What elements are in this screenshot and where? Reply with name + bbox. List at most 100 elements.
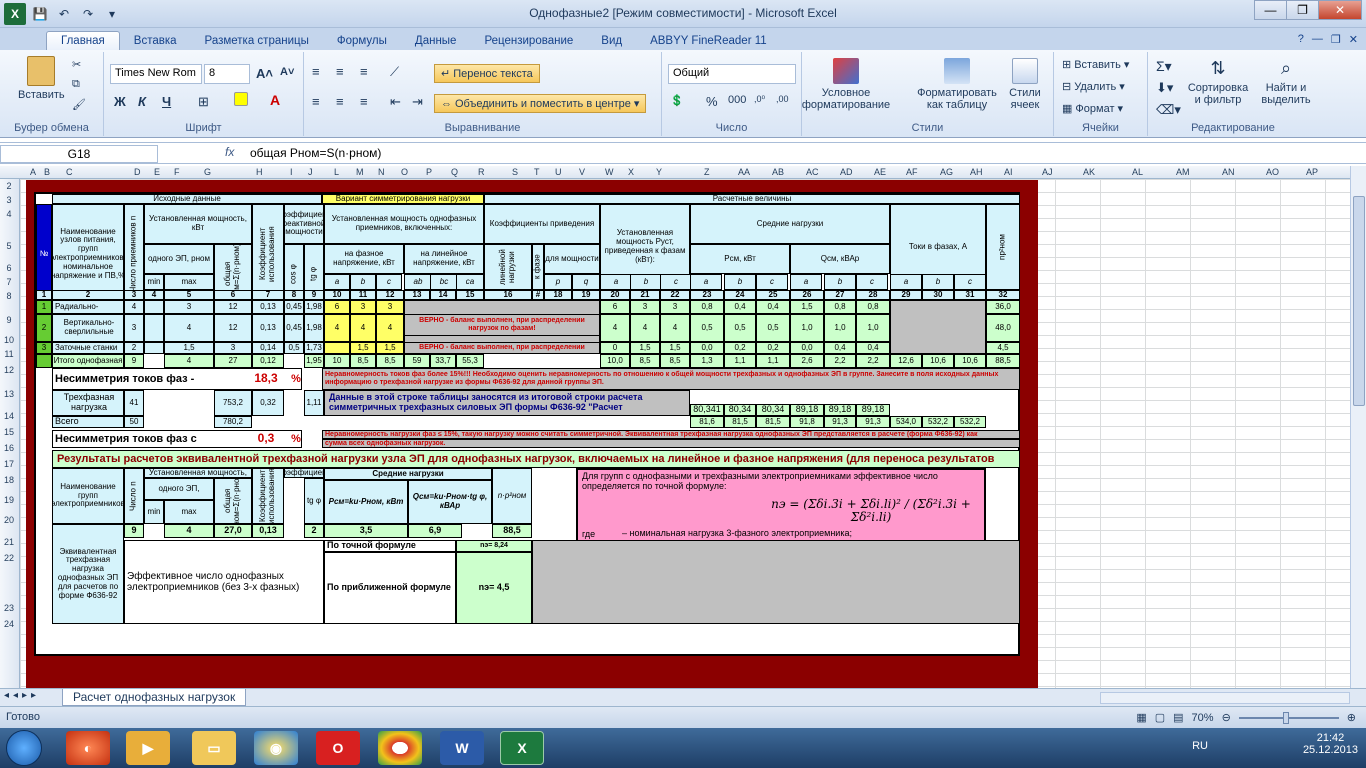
threephase-total[interactable]: 753,2	[214, 390, 252, 416]
header-sub-a[interactable]: a	[690, 274, 722, 290]
column-header[interactable]: AH	[970, 167, 983, 177]
clock-date[interactable]: 25.12.2013	[1303, 744, 1358, 756]
header-one-ep[interactable]: одного ЭП, pном	[144, 244, 214, 274]
exact-label[interactable]: По точной формуле	[324, 540, 456, 552]
row-qa[interactable]: 1,5	[790, 300, 824, 314]
fx-icon[interactable]: fx	[225, 145, 234, 159]
column-header[interactable]: T	[534, 167, 540, 177]
total-sa[interactable]: 1,3	[690, 354, 724, 368]
column-header[interactable]: AE	[874, 167, 886, 177]
row-qc[interactable]: 0,4	[856, 342, 890, 354]
msg-ok-2[interactable]: ВЕРНО - баланс выполнен, при распределен…	[404, 342, 600, 354]
total-ab[interactable]: 59	[404, 354, 430, 368]
row-sb[interactable]: 0,2	[724, 342, 756, 354]
asym2-pct[interactable]: %	[286, 430, 306, 448]
app-icon-1[interactable]: ◐	[66, 731, 110, 765]
row-header[interactable]: 9	[0, 315, 18, 325]
format-cells-button[interactable]: ▦ Формат ▾	[1062, 102, 1123, 116]
delete-cells-button[interactable]: ⊟ Удалить ▾	[1062, 80, 1125, 94]
all-qa[interactable]: 91,8	[790, 416, 824, 428]
index-cell[interactable]: 7	[252, 290, 284, 300]
total-pc[interactable]: 8,5	[660, 354, 690, 368]
app-icon-2[interactable]: ◉	[254, 731, 298, 765]
index-cell[interactable]: 2	[52, 290, 124, 300]
column-header[interactable]: O	[401, 167, 408, 177]
index-cell[interactable]: 1	[36, 290, 52, 300]
conditional-format-button[interactable]: Условное форматирование	[802, 58, 890, 111]
row-min[interactable]	[144, 314, 164, 342]
row-header[interactable]: 21	[0, 537, 18, 547]
align-top-icon[interactable]: ≡	[312, 64, 320, 79]
res-one[interactable]: одного ЭП,	[144, 478, 214, 500]
name-box[interactable]: G18	[0, 145, 158, 163]
column-header[interactable]: AD	[840, 167, 853, 177]
res-row-np[interactable]: 88,5	[492, 524, 532, 538]
threephase-sb[interactable]: 80,34	[724, 404, 756, 416]
wrap-text-button[interactable]: ↵ Перенос текста	[434, 64, 540, 83]
workbook-close-icon[interactable]: ✕	[1349, 33, 1358, 46]
fill-icon[interactable]: ⬇▾	[1156, 80, 1173, 96]
all-ic[interactable]: 532,2	[954, 416, 986, 428]
sheet-nav-icon[interactable]: ◂◂▸▸	[4, 690, 40, 701]
format-painter-icon[interactable]: 🖌	[72, 98, 86, 111]
index-cell[interactable]: 29	[890, 290, 922, 300]
index-cell[interactable]: 28	[856, 290, 890, 300]
paste-button[interactable]: Вставить	[18, 56, 65, 101]
header-p[interactable]: p	[544, 274, 572, 290]
clear-icon[interactable]: ⌫▾	[1156, 102, 1181, 118]
total-ia[interactable]: 12,6	[890, 354, 922, 368]
column-header[interactable]: R	[478, 167, 485, 177]
row-header[interactable]: 6	[0, 263, 18, 273]
header-qcm[interactable]: Qсм, кВАр	[790, 244, 890, 274]
exact-value[interactable]: nэ= 8,24	[456, 540, 532, 552]
row-qa[interactable]: 1,0	[790, 314, 824, 342]
insert-cells-button[interactable]: ⊞ Вставить ▾	[1062, 58, 1129, 72]
header-sub-b[interactable]: b	[724, 274, 756, 290]
row-max[interactable]: 1,5	[164, 342, 214, 354]
column-header[interactable]: AO	[1266, 167, 1279, 177]
italic-button[interactable]: К	[138, 94, 146, 109]
row-count[interactable]: 2	[124, 342, 144, 354]
column-header[interactable]: N	[378, 167, 385, 177]
header-sub-b[interactable]: b	[824, 274, 856, 290]
row-total[interactable]: 3	[214, 342, 252, 354]
index-cell[interactable]: 12	[376, 290, 404, 300]
total-max[interactable]: 4	[164, 354, 214, 368]
header-sub-b[interactable]: b	[922, 274, 954, 290]
row-header[interactable]: 3	[0, 195, 18, 205]
column-header[interactable]: S	[512, 167, 518, 177]
res-row-ku[interactable]: 0,13	[252, 524, 284, 538]
vertical-scrollbar[interactable]	[1350, 166, 1366, 688]
row-header[interactable]: 16	[0, 443, 18, 453]
header-count[interactable]: Число приемников n	[124, 204, 144, 304]
total-ca[interactable]: 55,3	[456, 354, 484, 368]
tab-insert[interactable]: Вставка	[120, 32, 191, 50]
column-header[interactable]: L	[334, 167, 339, 177]
column-header[interactable]: G	[204, 167, 211, 177]
tab-view[interactable]: Вид	[587, 32, 636, 50]
excel-taskbar-icon[interactable]: X	[500, 731, 544, 765]
row-b[interactable]: 4	[350, 314, 376, 342]
total-qa[interactable]: 2,6	[790, 354, 824, 368]
row-cos[interactable]: 0,45	[284, 314, 304, 342]
index-cell[interactable]: 21	[630, 290, 660, 300]
font-name-box[interactable]: Times New Rom	[110, 64, 202, 84]
index-cell[interactable]: 18	[544, 290, 572, 300]
row-total[interactable]: 12	[214, 314, 252, 342]
all-sc[interactable]: 81,5	[756, 416, 790, 428]
column-header[interactable]: AK	[1083, 167, 1095, 177]
threephase-count[interactable]: 41	[124, 390, 144, 416]
align-left-icon[interactable]: ≡	[312, 94, 320, 109]
row-ku[interactable]: 0,13	[252, 314, 284, 342]
row-sb[interactable]: 0,5	[724, 314, 756, 342]
column-header[interactable]: AF	[906, 167, 918, 177]
column-header[interactable]: AC	[806, 167, 819, 177]
index-cell[interactable]: 6	[214, 290, 252, 300]
index-cell[interactable]: 9	[304, 290, 324, 300]
header-avg-load[interactable]: Средние нагрузки	[690, 204, 890, 244]
font-size-box[interactable]: 8	[204, 64, 250, 84]
res-max[interactable]: max	[164, 500, 214, 524]
increase-indent-icon[interactable]: ⇥	[412, 94, 423, 110]
column-header[interactable]: H	[256, 167, 263, 177]
decrease-font-icon[interactable]: A˅	[280, 66, 294, 78]
